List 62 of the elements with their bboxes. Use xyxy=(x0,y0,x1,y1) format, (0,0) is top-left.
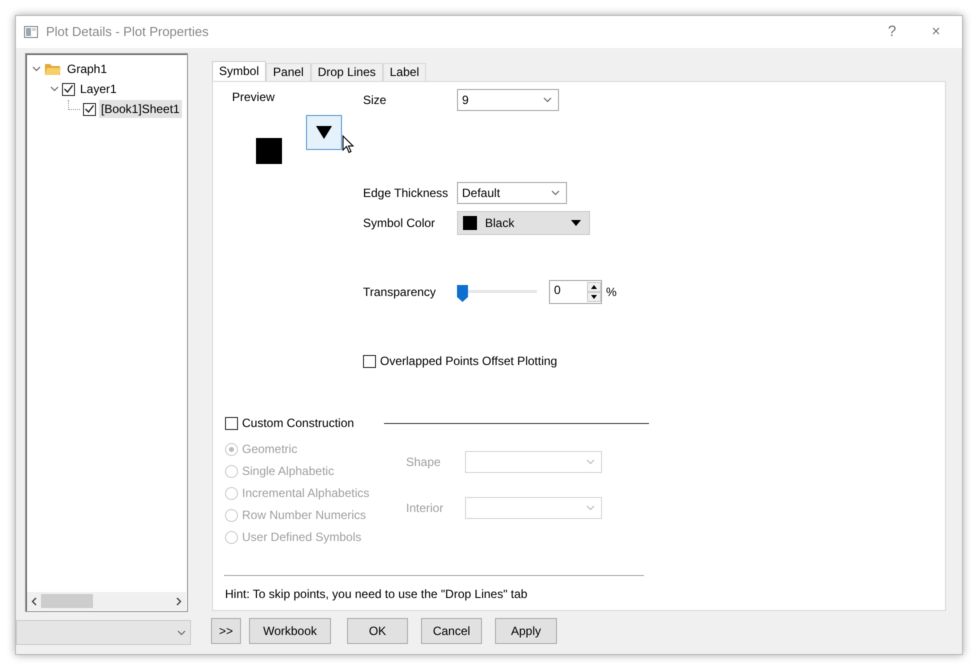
close-button[interactable]: × xyxy=(914,16,958,48)
radio-label: User Defined Symbols xyxy=(242,529,362,546)
apply-button[interactable]: Apply xyxy=(495,618,557,644)
expand-button[interactable]: >> xyxy=(211,618,241,644)
shape-label: Shape xyxy=(406,454,442,471)
edge-thickness-dropdown[interactable]: Default xyxy=(457,182,567,204)
spin-up-button[interactable] xyxy=(587,282,601,292)
slider-thumb[interactable] xyxy=(457,284,468,301)
tree-item[interactable]: [Book1]Sheet1 xyxy=(99,100,182,118)
dropdown-arrow-icon xyxy=(571,220,581,226)
symbol-button[interactable] xyxy=(306,115,342,150)
tab[interactable]: Panel xyxy=(266,63,311,81)
edge-thickness-label: Edge Thickness xyxy=(363,185,450,202)
radio-label: Incremental Alphabetics xyxy=(242,485,370,502)
collapse-icon[interactable] xyxy=(50,86,59,92)
tab[interactable]: Drop Lines xyxy=(310,63,383,81)
symbol-color-label: Symbol Color xyxy=(363,215,436,232)
help-button[interactable]: ? xyxy=(870,16,914,48)
size-dropdown[interactable]: 9 xyxy=(457,89,559,111)
scrollbar-thumb[interactable] xyxy=(41,594,93,608)
spin-down-button[interactable] xyxy=(587,292,601,302)
checkbox[interactable] xyxy=(363,354,376,368)
checkbox-label: Custom Construction xyxy=(242,415,354,432)
tab[interactable]: Symbol xyxy=(212,61,266,81)
radio-label: Single Alphabetic xyxy=(242,463,334,480)
ok-button[interactable]: OK xyxy=(347,618,408,644)
checkbox[interactable] xyxy=(83,102,96,116)
percent-label: % xyxy=(606,284,617,301)
down-arrow-icon xyxy=(591,295,597,299)
triangle-down-icon xyxy=(316,126,332,139)
transparency-slider[interactable] xyxy=(457,284,537,300)
checkbox[interactable] xyxy=(62,82,75,96)
folder-icon xyxy=(44,62,62,76)
cancel-button[interactable]: Cancel xyxy=(421,618,482,644)
radio-label: Row Number Numerics xyxy=(242,507,366,524)
window-title: Plot Details - Plot Properties xyxy=(46,23,210,42)
radio-label: Geometric xyxy=(242,441,298,458)
checkbox-label: Overlapped Points Offset Plotting xyxy=(380,353,558,370)
app-icon xyxy=(24,26,38,38)
preview-label: Preview xyxy=(232,89,276,106)
size-label: Size xyxy=(363,92,388,109)
transparency-spinbox[interactable]: 0 xyxy=(549,280,602,304)
chevron-down-icon xyxy=(551,190,560,196)
up-arrow-icon xyxy=(591,285,597,289)
workbook-button[interactable]: Workbook xyxy=(249,618,331,644)
tree-item[interactable]: Graph1 xyxy=(65,60,110,78)
horizontal-scrollbar[interactable] xyxy=(27,592,186,610)
tab[interactable]: Label xyxy=(382,63,426,81)
chevron-down-icon xyxy=(543,97,552,103)
scroll-right-button[interactable] xyxy=(176,596,182,606)
transparency-label: Transparency xyxy=(363,284,437,301)
tree-item[interactable]: Layer1 xyxy=(78,80,119,98)
collapse-icon[interactable] xyxy=(32,66,41,72)
chevron-down-icon xyxy=(586,505,595,511)
cursor-icon xyxy=(342,135,354,154)
hint-text: Hint: To skip points, you need to use the "Drop Lines" tab xyxy=(225,586,528,603)
chevron-down-icon xyxy=(586,459,595,465)
symbol-color-dropdown[interactable]: Black xyxy=(457,211,590,235)
chevron-down-icon xyxy=(177,630,186,636)
scroll-left-button[interactable] xyxy=(31,596,37,606)
interior-label: Interior xyxy=(406,500,444,517)
square-symbol-preview xyxy=(256,138,282,164)
